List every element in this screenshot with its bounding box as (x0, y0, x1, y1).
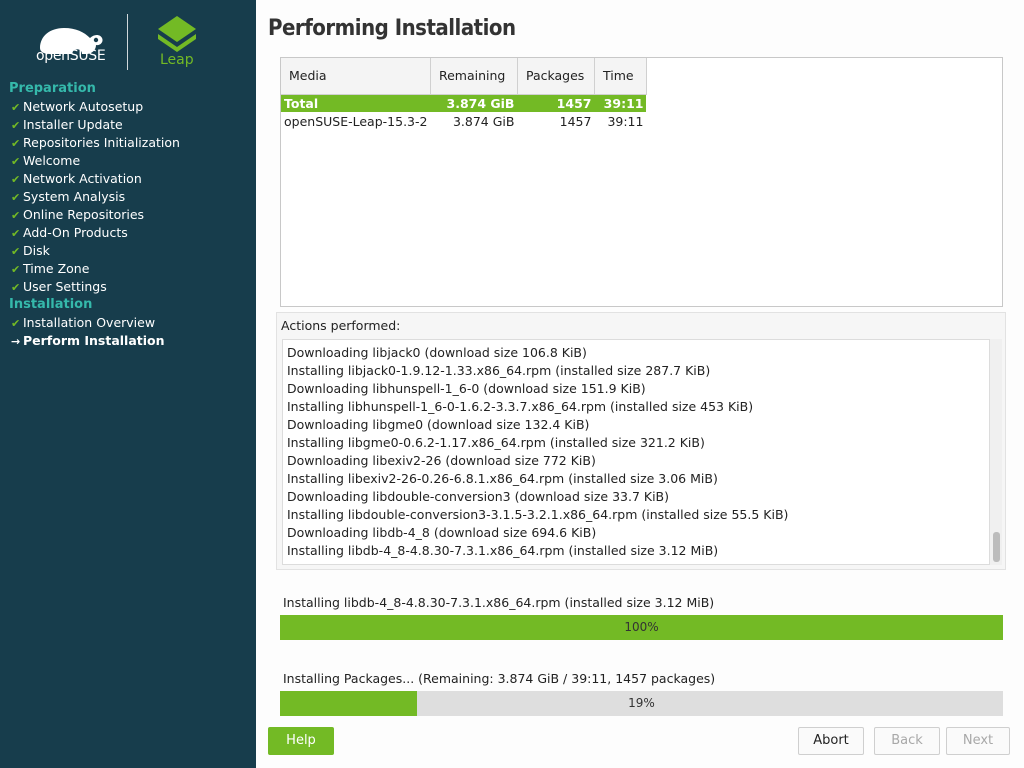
current-package-progress-text: 100% (624, 620, 659, 634)
step-label: User Settings (23, 279, 107, 294)
check-icon: ✔ (11, 245, 21, 258)
check-icon: ✔ (11, 281, 21, 294)
cell-media: Total (281, 94, 431, 112)
check-icon: ✔ (11, 101, 21, 114)
back-button[interactable]: Back (874, 727, 940, 755)
current-package-label: Installing libdb-4_8-4.8.30-7.3.1.x86_64… (283, 595, 715, 610)
check-icon: ✔ (11, 227, 21, 240)
log-line: Downloading libdb-4_8 (download size 694… (287, 525, 597, 540)
cell-time: 39:11 (607, 113, 644, 129)
step-perform-installation: → Perform Installation (0, 332, 256, 350)
step-group-installation: Installation (9, 297, 93, 312)
log-line: Installing libexiv2-26-0.26-6.8.1.x86_64… (287, 471, 718, 486)
arrow-right-icon: → (11, 335, 21, 348)
log-line: Downloading libhunspell-1_6-0 (download … (287, 381, 646, 396)
step-label: Time Zone (23, 261, 90, 276)
product-name: Leap (160, 52, 194, 68)
column-header-packages[interactable]: Packages (517, 58, 595, 95)
brand-name: openSUSE (36, 48, 106, 64)
step-network-autosetup: ✔ Network Autosetup (0, 98, 256, 116)
table-row[interactable]: openSUSE-Leap-15.3-2 3.874 GiB 1457 39:1… (281, 112, 646, 130)
media-table[interactable]: Media Remaining Packages Time Total 3.87… (280, 57, 1003, 307)
step-group-preparation: Preparation (9, 81, 96, 96)
check-icon: ✔ (11, 191, 21, 204)
check-icon: ✔ (11, 137, 21, 150)
help-button[interactable]: Help (268, 727, 334, 755)
cell-time: 39:11 (594, 94, 647, 112)
log-line: Installing libdouble-conversion3-3.1.5-3… (287, 507, 789, 522)
next-button[interactable]: Next (946, 727, 1010, 755)
step-repositories-initialization: ✔ Repositories Initialization (0, 134, 256, 152)
step-label: Perform Installation (23, 333, 165, 348)
log-line: Installing libgme0-0.6.2-1.17.x86_64.rpm… (287, 435, 705, 450)
check-icon: ✔ (11, 209, 21, 222)
column-header-media[interactable]: Media (281, 58, 431, 95)
log-line: Installing libdb-4_8-4.8.30-7.3.1.x86_64… (287, 543, 719, 558)
log-line: Downloading libdouble-conversion3 (downl… (287, 489, 670, 504)
step-label: Installation Overview (23, 315, 156, 330)
step-welcome: ✔ Welcome (0, 152, 256, 170)
logo-divider (127, 14, 128, 70)
total-progress-text: 19% (628, 696, 655, 710)
step-label: Disk (23, 243, 50, 258)
logo-area: openSUSE Leap (0, 0, 256, 80)
cell-media: openSUSE-Leap-15.3-2 (284, 113, 428, 129)
step-label: System Analysis (23, 189, 126, 204)
actions-performed-label: Actions performed: (281, 318, 401, 333)
check-icon: ✔ (11, 317, 21, 330)
actions-log[interactable]: Downloading libjack0 (download size 106.… (282, 339, 990, 565)
cell-packages: 1457 (517, 94, 595, 112)
step-installation-overview: ✔ Installation Overview (0, 314, 256, 332)
step-add-on-products: ✔ Add-On Products (0, 224, 256, 242)
log-line: Downloading libexiv2-26 (download size 7… (287, 453, 596, 468)
column-header-time[interactable]: Time (594, 58, 647, 95)
check-icon: ✔ (11, 119, 21, 132)
total-progress: 19% (280, 691, 1003, 716)
step-time-zone: ✔ Time Zone (0, 260, 256, 278)
table-row[interactable]: Total 3.874 GiB 1457 39:11 (281, 94, 647, 112)
step-user-settings: ✔ User Settings (0, 278, 256, 296)
step-installer-update: ✔ Installer Update (0, 116, 256, 134)
page-title: Performing Installation (268, 16, 516, 41)
total-progress-label: Installing Packages... (Remaining: 3.874… (283, 671, 716, 686)
step-label: Add-On Products (23, 225, 128, 240)
check-icon: ✔ (11, 173, 21, 186)
log-line: Installing libhunspell-1_6-0-1.6.2-3.3.7… (287, 399, 754, 414)
step-label: Installer Update (23, 117, 123, 132)
step-network-activation: ✔ Network Activation (0, 170, 256, 188)
actions-performed-panel: Actions performed: Downloading libjack0 … (276, 312, 1006, 570)
cell-remaining: 3.874 GiB (430, 94, 518, 112)
sidebar: openSUSE Leap Preparation ✔ Network Autos… (0, 0, 256, 768)
scrollbar-thumb[interactable] (993, 532, 1000, 562)
column-header-remaining[interactable]: Remaining (430, 58, 518, 95)
step-online-repositories: ✔ Online Repositories (0, 206, 256, 224)
log-line: Installing libjack0-1.9.12-1.33.x86_64.r… (287, 363, 711, 378)
step-label: Welcome (23, 153, 81, 168)
installation-steps: Preparation ✔ Network Autosetup ✔ Installe… (0, 80, 256, 350)
step-label: Network Autosetup (23, 99, 144, 114)
current-package-progress: 100% (280, 615, 1003, 640)
step-label: Network Activation (23, 171, 142, 186)
log-line: Downloading libgme0 (download size 132.4… (287, 417, 590, 432)
step-label: Repositories Initialization (23, 135, 180, 150)
check-icon: ✔ (11, 263, 21, 276)
cell-remaining: 3.874 GiB (452, 113, 515, 129)
cell-packages: 1457 (559, 113, 592, 129)
abort-button[interactable]: Abort (798, 727, 864, 755)
step-disk: ✔ Disk (0, 242, 256, 260)
leap-logo (158, 16, 196, 52)
check-icon: ✔ (11, 155, 21, 168)
log-line: Downloading libjack0 (download size 106.… (287, 345, 587, 360)
actions-log-scrollbar[interactable] (990, 339, 1002, 565)
step-label: Online Repositories (23, 207, 145, 222)
step-system-analysis: ✔ System Analysis (0, 188, 256, 206)
